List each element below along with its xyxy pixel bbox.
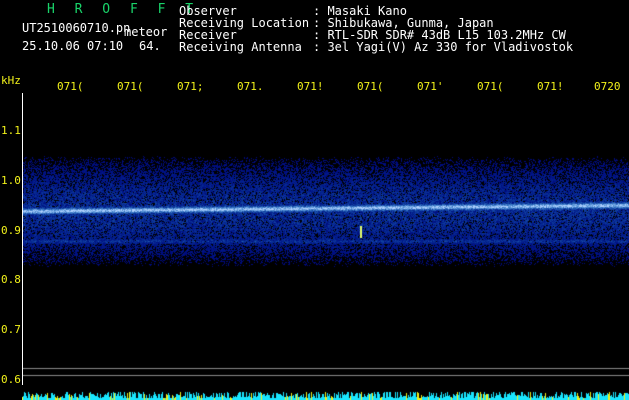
- freq-tick: 0.9: [1, 224, 21, 237]
- time-tick: 071(: [477, 80, 504, 93]
- freq-tick: 0.6: [1, 373, 21, 386]
- capture-datetime: 25.10.06 07:10: [22, 39, 124, 53]
- label-antenna: Receiving Antenna: [179, 40, 302, 54]
- freq-tick: 0.8: [1, 273, 21, 286]
- time-tick: 071(: [57, 80, 84, 93]
- freq-tick: 1.1: [1, 124, 21, 137]
- freq-tick: 1.0: [1, 174, 21, 187]
- freq-unit-label: kHz: [1, 74, 21, 87]
- detection-count: 64.: [139, 39, 161, 53]
- time-tick: 071!: [297, 80, 324, 93]
- time-tick: 071.: [237, 80, 264, 93]
- value-antenna: : 3el Yagi(V) Az 330 for Vladivostok: [313, 40, 574, 54]
- capture-type: meteor: [124, 25, 168, 39]
- freq-axis-line: [22, 93, 23, 385]
- spectrogram-canvas: [22, 93, 629, 400]
- time-tick: 0720: [594, 80, 621, 93]
- freq-tick: 0.7: [1, 323, 21, 336]
- time-tick: 071!: [537, 80, 564, 93]
- spectrogram-window: H R O F F T UT2510060710.pn meteor 25.10…: [0, 0, 629, 400]
- file-name: UT2510060710.pn: [22, 21, 131, 35]
- time-tick: 071(: [117, 80, 144, 93]
- time-tick: 071;: [177, 80, 204, 93]
- app-title: H R O F F T: [47, 2, 200, 17]
- time-tick: 071': [417, 80, 444, 93]
- time-tick: 071(: [357, 80, 384, 93]
